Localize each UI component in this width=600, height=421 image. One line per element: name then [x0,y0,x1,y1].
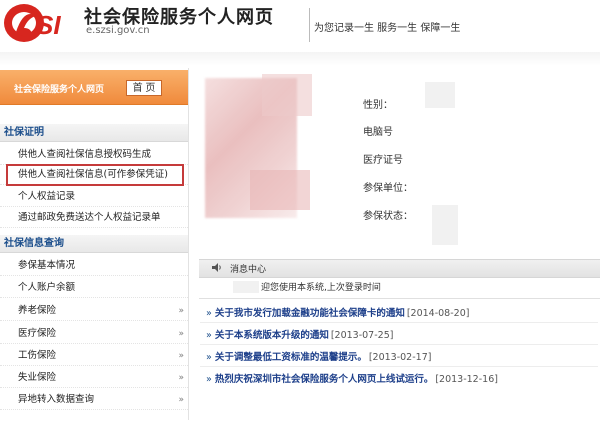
speaker-icon [212,263,221,272]
header-shadow [0,52,600,66]
message-center-title: 消息中心 [230,265,267,275]
sidebar-item-medical[interactable]: 医疗保险 » [0,324,188,344]
chevron-right-icon: » [178,373,184,383]
redacted-patch [432,205,458,245]
news-date: [2013-12-16] [435,374,498,385]
header-slogan: 为您记录一生 服务一生 保障一生 [314,23,461,34]
sidebar-item-basic-info[interactable]: 参保基本情况 [0,256,188,276]
sidebar-item-label: 养老保险 [18,305,57,316]
field-medical-no: 医疗证号 [363,155,403,166]
sidebar-item-account-balance[interactable]: 个人账户余额 [0,278,188,298]
chevron-right-icon: » [178,306,184,316]
news-date: [2014-08-20] [406,308,470,319]
sidebar-item-label: 工伤保险 [18,350,57,361]
page-header: SI 社会保险服务个人网页 e.szsi.gov.cn 为您记录一生 服务一生 … [0,0,600,52]
news-date: [2013-07-25] [330,330,394,341]
sidebar-item-unemployment[interactable]: 失业保险 » [0,368,188,388]
bullet-icon: » [206,330,212,341]
news-link[interactable]: 热烈庆祝深圳市社会保险服务个人网页上线试运行。 [215,374,434,385]
news-item[interactable]: » 关于我市发行加载金融功能社会保障卡的通知 [2014-08-20] [206,305,469,319]
bullet-icon: » [206,374,212,385]
bullet-icon: » [206,352,212,363]
news-date: [2013-02-17] [368,352,432,363]
profile-photo-blur [262,74,312,116]
sidebar-item-mail-record[interactable]: 通过邮政免费送达个人权益记录单 [0,208,188,228]
news-link[interactable]: 关于调整最低工资标准的温馨提示。 [215,352,367,363]
news-link[interactable]: 关于本系统版本升级的通知 [215,330,329,341]
news-link[interactable]: 关于我市发行加载金融功能社会保障卡的通知 [215,308,405,319]
sidebar-banner-title: 社会保险服务个人网页 [14,85,105,95]
news-divider [200,322,598,323]
welcome-message: 迎您使用本系统,上次登录时间 [261,283,381,293]
chevron-right-icon: » [178,329,184,339]
highlight-box [6,164,184,186]
redacted-patch [425,82,455,108]
sidebar-item-auth-code[interactable]: 供他人查阅社保信息授权码生成 [0,145,188,165]
sidebar-item-transfer-query[interactable]: 异地转入数据查询 » [0,390,188,410]
site-domain: e.szsi.gov.cn [86,25,150,36]
home-button[interactable]: 首 页 [126,80,162,96]
bullet-icon: » [206,308,212,319]
sidebar-item-rights-record[interactable]: 个人权益记录 [0,187,188,207]
field-gender: 性别： [363,100,393,111]
field-status: 参保状态： [363,211,413,222]
chevron-right-icon: » [178,351,184,361]
redacted-patch [233,281,259,293]
svg-text:SI: SI [36,10,61,40]
news-divider [200,344,598,345]
news-item[interactable]: » 关于调整最低工资标准的温馨提示。 [2013-02-17] [206,349,431,363]
news-divider [200,366,598,367]
si-logo-icon[interactable]: SI [2,2,78,44]
section-header-social-proof[interactable]: 社保证明 [0,124,188,142]
news-item[interactable]: » 关于本系统版本升级的通知 [2013-07-25] [206,327,393,341]
profile-photo-blur [250,170,310,210]
sidebar-item-injury[interactable]: 工伤保险 » [0,346,188,366]
section-header-info-query[interactable]: 社保信息查询 [0,235,188,253]
sidebar-banner: 社会保险服务个人网页 首 页 [0,70,188,105]
sidebar-item-label: 异地转入数据查询 [18,394,95,405]
header-divider [309,8,310,42]
news-item[interactable]: » 热烈庆祝深圳市社会保险服务个人网页上线试运行。 [2013-12-16] [206,371,498,385]
sidebar-item-pension[interactable]: 养老保险 » [0,301,188,321]
field-employer: 参保单位： [363,183,413,194]
field-computer-no: 电脑号 [363,127,393,138]
sidebar-item-label: 失业保险 [18,372,57,383]
chevron-right-icon: » [178,395,184,405]
sidebar-item-label: 医疗保险 [18,328,57,339]
